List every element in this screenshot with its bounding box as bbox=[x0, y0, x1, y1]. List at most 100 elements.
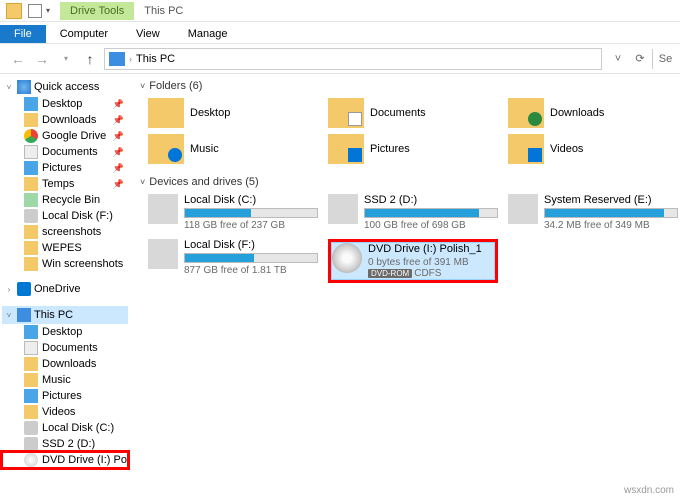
folder-item[interactable]: Downloads bbox=[508, 98, 678, 128]
expand-icon[interactable]: › bbox=[4, 285, 14, 294]
ribbon-tab-view[interactable]: View bbox=[122, 25, 174, 43]
section-header-folders[interactable]: ˅ Folders (6) bbox=[140, 80, 670, 92]
nav-item-label: Pictures bbox=[42, 390, 82, 402]
nav-item[interactable]: Local Disk (C:) bbox=[2, 420, 128, 436]
nav-item[interactable]: Recycle Bin bbox=[2, 192, 128, 208]
refresh-icon[interactable]: ⟳ bbox=[630, 49, 650, 69]
nav-item[interactable]: WEPES bbox=[2, 240, 128, 256]
nav-item-label: Pictures bbox=[42, 162, 82, 174]
content-pane: ˅ Folders (6) Desktop Documents Downloads M… bbox=[130, 74, 680, 500]
drive-name: Local Disk (C:) bbox=[184, 194, 318, 206]
drive-usage-fill bbox=[545, 209, 664, 217]
folder-overlay-icon bbox=[528, 148, 542, 162]
folder-label: Downloads bbox=[550, 107, 604, 119]
nav-up-icon[interactable]: ↑ bbox=[80, 49, 100, 69]
address-dropdown-icon[interactable]: ˅ bbox=[608, 49, 628, 69]
nav-header-label: Quick access bbox=[34, 81, 99, 93]
navigation-pane: ˅ Quick access Desktop📌Downloads📌Google … bbox=[0, 74, 130, 500]
nav-item[interactable]: Music bbox=[2, 372, 128, 388]
drive-fs-text: DVD-ROMCDFS bbox=[368, 268, 494, 279]
drive-free-text: 34.2 MB free of 349 MB bbox=[544, 220, 678, 231]
drive-name: DVD Drive (I:) Polish_1 bbox=[368, 243, 494, 255]
collapse-icon[interactable]: ˅ bbox=[140, 177, 145, 187]
folder-item[interactable]: Music bbox=[148, 134, 318, 164]
nav-item[interactable]: screenshots bbox=[2, 224, 128, 240]
breadcrumb-location[interactable]: This PC bbox=[136, 53, 175, 65]
hard-drive-icon bbox=[508, 194, 538, 224]
nav-item[interactable]: Downloads bbox=[2, 356, 128, 372]
nav-item-label: Downloads bbox=[42, 114, 96, 126]
nav-item[interactable]: Desktop📌 bbox=[2, 96, 128, 112]
nav-item-label: Desktop bbox=[42, 326, 82, 338]
quick-access-toolbar: ▾ bbox=[28, 4, 50, 18]
nav-item[interactable]: SSD 2 (D:) bbox=[2, 436, 128, 452]
nav-item[interactable]: Google Drive📌 bbox=[2, 128, 128, 144]
nav-group-thispc: ˅ This PC Desktop DocumentsDownloadsMusic… bbox=[2, 306, 128, 468]
quick-access-icon bbox=[17, 80, 31, 94]
nav-item[interactable]: Desktop bbox=[2, 324, 128, 340]
ribbon-tab-file[interactable]: File bbox=[0, 25, 46, 43]
nav-header-thispc[interactable]: ˅ This PC bbox=[2, 306, 128, 324]
nav-item[interactable]: Videos bbox=[2, 404, 128, 420]
nav-item[interactable]: Local Disk (F:) bbox=[2, 208, 128, 224]
drive-item[interactable]: Local Disk (F:)877 GB free of 1.81 TB bbox=[148, 239, 318, 283]
folder-icon bbox=[24, 405, 38, 419]
nav-item-label: DVD Drive (I:) Polish bbox=[42, 454, 128, 466]
qat-button[interactable] bbox=[28, 4, 42, 18]
address-box[interactable]: › This PC bbox=[104, 48, 602, 70]
folder-item[interactable]: Desktop bbox=[148, 98, 318, 128]
highlight-box: DVD Drive (I:) Polish_1 0 bytes free of 3… bbox=[328, 239, 498, 283]
title-bar: ▾ Drive Tools This PC bbox=[0, 0, 680, 22]
nav-item[interactable]: DVD Drive (I:) Polish bbox=[2, 452, 128, 468]
nav-item[interactable]: Temps 📌 bbox=[2, 176, 128, 192]
nav-item-label: Desktop bbox=[42, 98, 82, 110]
nav-item-label: Google Drive bbox=[42, 130, 106, 142]
folder-item[interactable]: Videos bbox=[508, 134, 678, 164]
qat-dropdown-icon[interactable]: ▾ bbox=[46, 6, 50, 15]
nav-item[interactable]: Documents📌 bbox=[2, 144, 128, 160]
dvd-badge: DVD-ROM bbox=[368, 269, 412, 278]
folder-item[interactable]: Documents bbox=[328, 98, 498, 128]
ribbon-tab-computer[interactable]: Computer bbox=[46, 25, 122, 43]
nav-forward-icon[interactable]: → bbox=[32, 49, 52, 69]
drive-item[interactable]: DVD Drive (I:) Polish_1 0 bytes free of 3… bbox=[332, 243, 494, 279]
folder-label: Documents bbox=[370, 107, 426, 119]
drive-free-text: 0 bytes free of 391 MB bbox=[368, 257, 494, 268]
pin-icon: 📌 bbox=[113, 179, 124, 190]
folder-label: Pictures bbox=[370, 143, 410, 155]
nav-item-label: Win screenshots bbox=[42, 258, 123, 270]
watermark: wsxdn.com bbox=[624, 485, 674, 496]
ribbon-tabs: File Computer View Manage bbox=[0, 22, 680, 44]
nav-item[interactable]: Pictures bbox=[2, 388, 128, 404]
hard-drive-icon bbox=[148, 239, 178, 269]
folder-icon bbox=[24, 177, 38, 191]
section-header-drives[interactable]: ˅ Devices and drives (5) bbox=[140, 176, 670, 188]
search-icon[interactable]: Se bbox=[652, 49, 672, 69]
folder-label: Videos bbox=[550, 143, 583, 155]
collapse-icon[interactable]: ˅ bbox=[140, 81, 145, 91]
nav-history-dropdown-icon[interactable]: ▾ bbox=[56, 49, 76, 69]
drive-name: SSD 2 (D:) bbox=[364, 194, 498, 206]
nav-item[interactable]: Win screenshots bbox=[2, 256, 128, 272]
nav-item[interactable]: Pictures📌 bbox=[2, 160, 128, 176]
drive-info: System Reserved (E:)34.2 MB free of 349 … bbox=[544, 194, 678, 231]
nav-item-label: Temps bbox=[42, 178, 74, 190]
nav-header-quick-access[interactable]: ˅ Quick access bbox=[2, 78, 128, 96]
folder-label: Music bbox=[190, 143, 219, 155]
address-bar: ← → ▾ ↑ › This PC ˅ ⟳ Se bbox=[0, 44, 680, 74]
expand-icon[interactable]: ˅ bbox=[4, 311, 14, 320]
nav-header-onedrive[interactable]: › OneDrive bbox=[2, 280, 128, 298]
ribbon-tab-manage[interactable]: Manage bbox=[174, 25, 242, 43]
nav-item[interactable]: Downloads📌 bbox=[2, 112, 128, 128]
nav-back-icon[interactable]: ← bbox=[8, 49, 28, 69]
expand-icon[interactable]: ˅ bbox=[4, 83, 14, 92]
folder-item[interactable]: Pictures bbox=[328, 134, 498, 164]
drive-item[interactable]: Local Disk (C:)118 GB free of 237 GB bbox=[148, 194, 318, 231]
drive-item[interactable]: System Reserved (E:)34.2 MB free of 349 … bbox=[508, 194, 678, 231]
nav-item[interactable]: Documents bbox=[2, 340, 128, 356]
drive-item[interactable]: SSD 2 (D:)100 GB free of 698 GB bbox=[328, 194, 498, 231]
contextual-tab-drive-tools[interactable]: Drive Tools bbox=[60, 2, 134, 20]
recycle-icon bbox=[24, 193, 38, 207]
drive-usage-fill bbox=[185, 254, 254, 262]
folder-icon bbox=[508, 98, 544, 128]
